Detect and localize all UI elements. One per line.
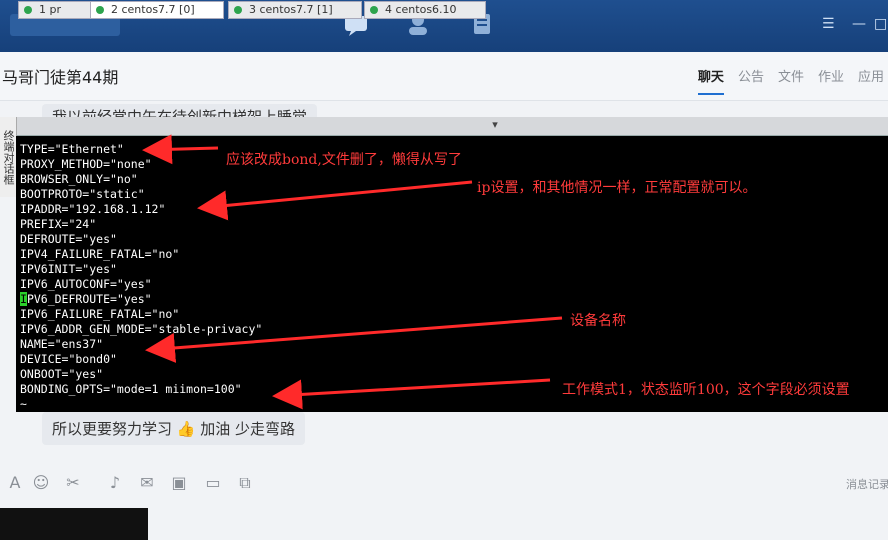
arrow-type [142,134,219,165]
image-icon[interactable]: ▣ [170,474,188,492]
arrow-name [145,316,563,363]
thumbs-up-icon: 👍 [176,420,196,438]
chat-message-text: 所以更要努力学习 [52,420,173,438]
arrow-bonding [272,378,551,410]
arrow-ip [197,180,473,221]
annotation-bonding: 工作模式1，状态监听100，这个字段必须设置 [562,382,850,398]
chat-message-bottom: 所以更要努力学习 👍 加油 少走弯路 [42,412,306,445]
annotation-arrows [142,134,563,410]
gift-icon[interactable]: ✉ [138,474,156,492]
scissors-icon[interactable]: ✂ [64,474,82,492]
annotation-type: 应该改成bond,文件删了，懒得从写了 [226,152,462,168]
chat-message-emoji-text: 加油 少走弯路 [200,420,296,438]
video-thumbnail[interactable] [0,508,148,540]
emoji-icon[interactable]: ☺ [32,474,50,492]
annotation-ip: ip设置，和其他情况一样，正常配置就可以。 [477,180,757,196]
input-toolbar [0,468,888,500]
screen-share-icon[interactable]: ⧉ [236,474,254,492]
history-link[interactable]: 消息记录 [846,476,888,492]
mic-icon[interactable]: ♪ [106,474,124,492]
font-icon[interactable]: A [6,474,24,492]
folder-icon[interactable]: ▭ [204,474,222,492]
annotation-name: 设备名称 [570,313,626,329]
